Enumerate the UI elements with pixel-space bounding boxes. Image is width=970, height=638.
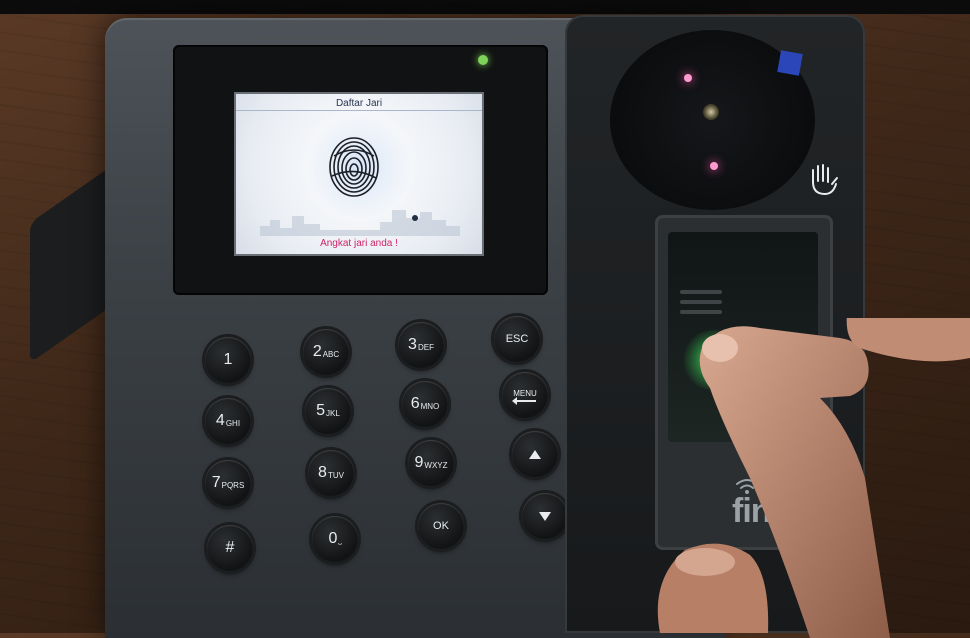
key-7[interactable]: 7 PQRS [205, 460, 251, 506]
key-0-digit: 0 [328, 530, 338, 547]
key-7-letters: PQRS [221, 480, 245, 490]
up-key[interactable] [512, 431, 558, 477]
lcd-progress-dot [412, 215, 418, 221]
key-3[interactable]: 3 DEF [398, 322, 444, 368]
key-9[interactable]: 9 WXYZ [408, 440, 454, 486]
lcd-status-message: Angkat jari anda ! [320, 238, 398, 249]
down-arrow-icon [539, 511, 551, 521]
blue-sticker [777, 50, 803, 76]
key-1[interactable]: 1 [205, 337, 251, 383]
key-5[interactable]: 5 JKL [305, 388, 351, 434]
key-hash[interactable]: # [207, 525, 253, 571]
hand-icon [812, 164, 838, 196]
ok-key[interactable]: OK [418, 503, 464, 549]
ir-led-top [684, 74, 692, 82]
key-2-letters: ABC [322, 349, 340, 359]
key-8-digit: 8 [318, 464, 327, 481]
key-1-label: 1 [223, 351, 233, 368]
key-hash-label: # [225, 539, 235, 556]
menu-arrow-icon [512, 396, 536, 405]
key-9-letters: WXYZ [424, 460, 448, 470]
ok-key-label: OK [433, 520, 449, 532]
sensor-vent-1 [680, 290, 722, 294]
lcd-title: Daftar Jari [335, 98, 383, 109]
esc-key[interactable]: ESC [494, 316, 540, 362]
key-8[interactable]: 8 TUV [308, 450, 354, 496]
key-5-digit: 5 [316, 402, 326, 419]
key-4-letters: GHI [225, 418, 241, 428]
esc-key-label: ESC [505, 333, 529, 345]
key-4[interactable]: 4 GHI [205, 398, 251, 444]
key-8-letters: TUV [327, 470, 344, 480]
key-2-digit: 2 [312, 343, 322, 360]
key-2[interactable]: 2 ABC [303, 329, 349, 375]
lcd-title-divider [236, 110, 482, 111]
key-7-digit: 7 [211, 474, 221, 491]
menu-key[interactable]: MENU [502, 372, 548, 418]
up-arrow-icon [529, 449, 541, 459]
key-3-digit: 3 [408, 336, 417, 353]
fingerprint-icon [329, 137, 379, 197]
user-thumb [657, 543, 769, 633]
key-5-letters: JKL [326, 408, 340, 418]
key-3-letters: DEF [417, 342, 434, 352]
ir-led-bottom [710, 162, 718, 170]
key-9-digit: 9 [414, 454, 424, 471]
sensor-vent-3 [680, 310, 722, 314]
lcd-screen: Daftar Jari Angkat jari anda ! [234, 92, 484, 256]
key-6[interactable]: 6 MNO [402, 381, 448, 427]
sensor-vent-2 [680, 300, 722, 304]
key-0-letters: ⎵ [338, 536, 342, 545]
down-key[interactable] [522, 493, 568, 539]
key-0[interactable]: 0 ⎵ [312, 516, 358, 562]
camera-lens [703, 104, 719, 120]
key-6-digit: 6 [410, 395, 420, 412]
power-led [478, 55, 488, 65]
key-6-letters: MNO [420, 401, 440, 411]
key-4-digit: 4 [215, 412, 225, 429]
